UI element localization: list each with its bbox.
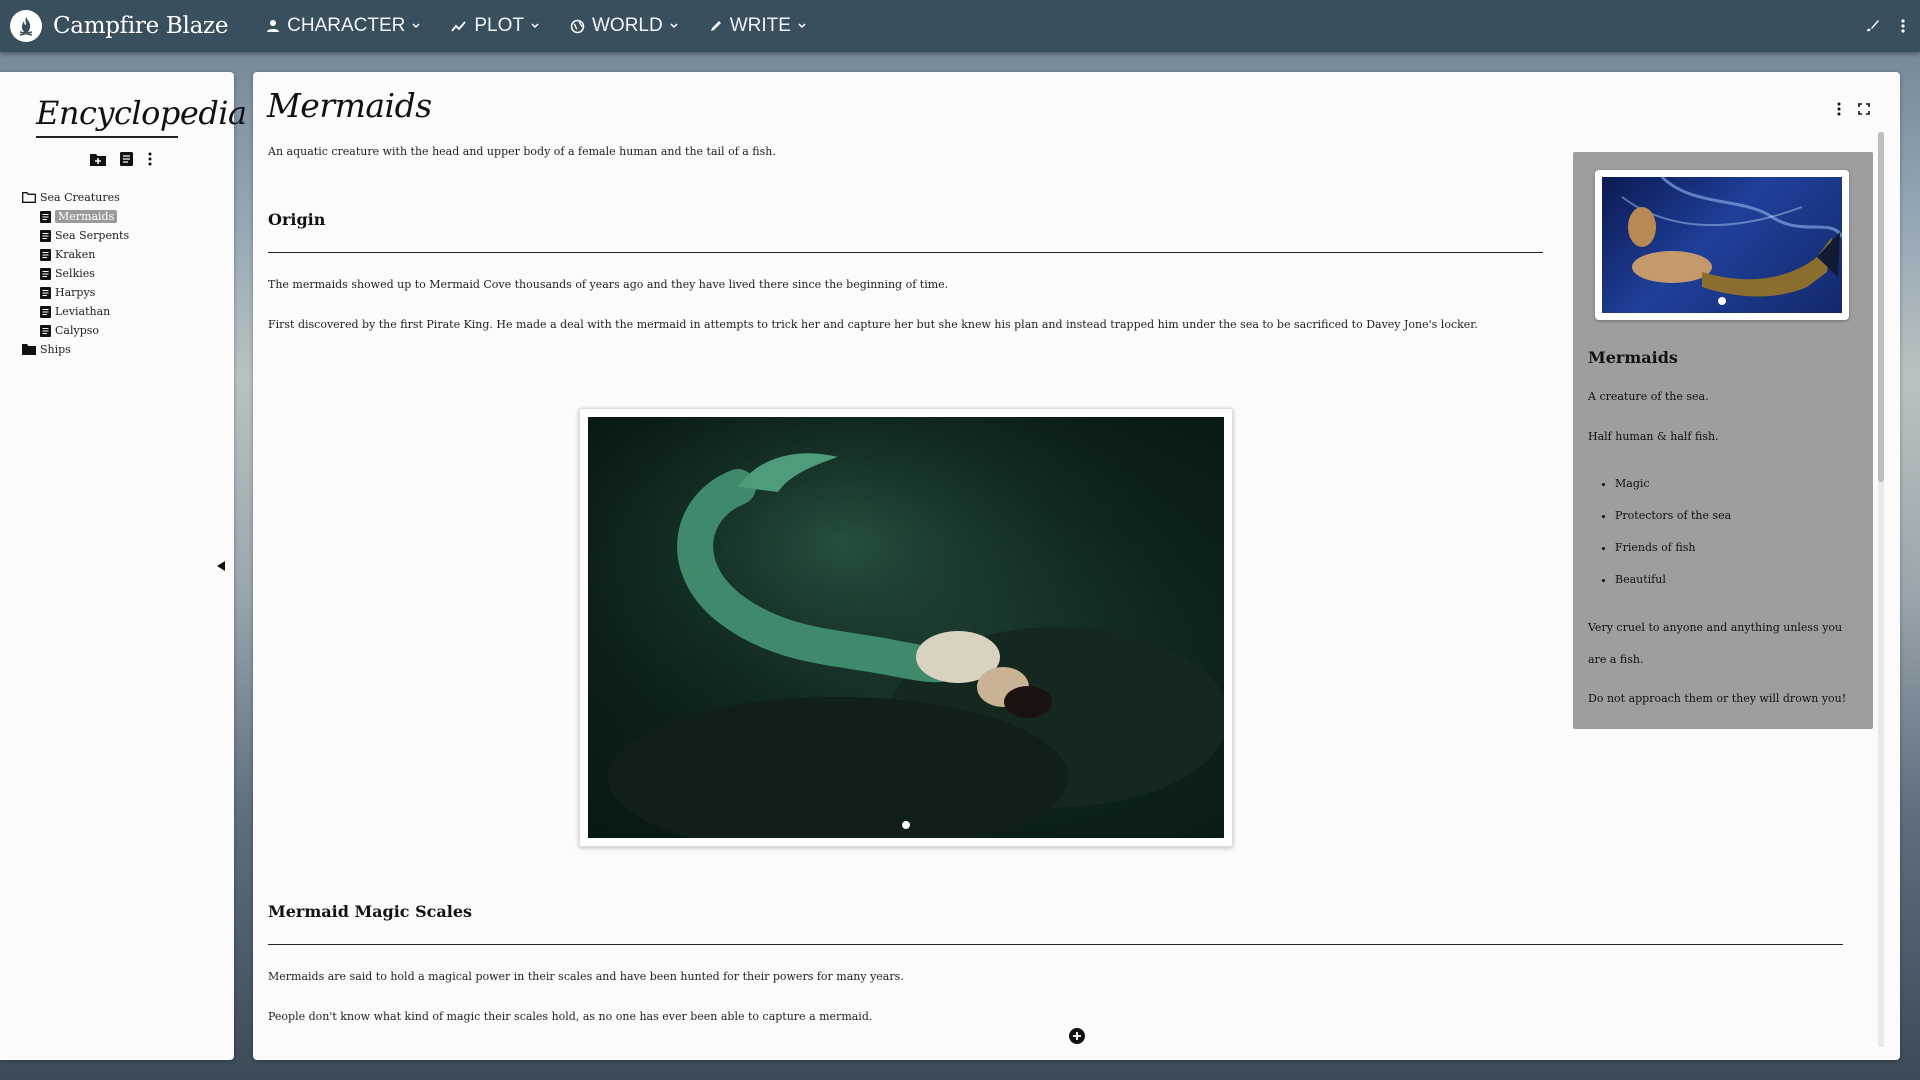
origin-paragraph-2: First discovered by the first Pirate Kin…: [268, 318, 1478, 331]
tree-item-label: Kraken: [55, 248, 96, 261]
brush-icon[interactable]: [1864, 18, 1880, 34]
more-vertical-icon[interactable]: [147, 152, 153, 166]
person-icon: [267, 20, 280, 32]
carousel-indicator[interactable]: [902, 821, 910, 829]
infobox-text: Do not approach them or they will drown …: [1588, 692, 1847, 705]
tree-item-label: Calypso: [55, 324, 100, 337]
article-description: An aquatic creature with the head and up…: [268, 145, 776, 158]
sidebar-title: Encyclopedia: [36, 94, 247, 138]
infobox-text: Very cruel to anyone and anything unless…: [1588, 621, 1843, 666]
tree-item-mermaids[interactable]: Mermaids: [22, 207, 129, 226]
infobox-text: Half human & half fish.: [1588, 430, 1719, 443]
folder-open-icon: [22, 192, 36, 203]
document-icon: [40, 267, 51, 280]
document-icon: [40, 210, 51, 223]
tree-item-calypso[interactable]: Calypso: [22, 321, 129, 340]
new-folder-icon[interactable]: [90, 153, 106, 166]
article-panel: Mermaids An aquatic creature with the he…: [253, 72, 1900, 1060]
add-content-icon[interactable]: [1069, 1028, 1085, 1044]
chevron-down-icon: [412, 23, 420, 29]
folder-icon: [22, 344, 36, 355]
list-item: Magic: [1615, 476, 1731, 508]
document-icon: [40, 286, 51, 299]
tree-item-harpys[interactable]: Harpys: [22, 283, 129, 302]
origin-paragraph-1: The mermaids showed up to Mermaid Cove t…: [268, 278, 949, 291]
tree-item-selkies[interactable]: Selkies: [22, 264, 129, 283]
top-nav-bar: Campfire Blaze CHARACTER PLOT WORLD WRIT…: [0, 0, 1920, 52]
list-item: Protectors of the sea: [1615, 508, 1731, 540]
divider: [268, 252, 1543, 253]
nav-world-label: WORLD: [592, 15, 663, 36]
tree-folder-label: Ships: [40, 343, 71, 356]
nav-write[interactable]: WRITE: [709, 15, 807, 37]
infobox-traits-list: Magic Protectors of the sea Friends of f…: [1603, 476, 1731, 604]
tree-item-label: Sea Serpents: [55, 229, 130, 242]
fullscreen-icon[interactable]: [1858, 103, 1870, 115]
nav-character-label: CHARACTER: [287, 15, 406, 36]
nav-plot[interactable]: PLOT: [451, 15, 540, 37]
section-heading-magic-scales: Mermaid Magic Scales: [268, 902, 473, 921]
tree-item-kraken[interactable]: Kraken: [22, 245, 129, 264]
carousel-indicator[interactable]: [1718, 297, 1726, 305]
magic-paragraph-1: Mermaids are said to hold a magical powe…: [268, 970, 904, 983]
document-icon: [40, 305, 51, 318]
mermaid-portrait-photo: [1602, 177, 1842, 313]
scrollbar[interactable]: [1878, 132, 1884, 1047]
nav-plot-label: PLOT: [474, 15, 524, 36]
more-vertical-icon[interactable]: [1900, 18, 1906, 34]
image-carousel[interactable]: [579, 408, 1233, 847]
document-icon: [40, 324, 51, 337]
list-item: Friends of fish: [1615, 540, 1731, 572]
nav-world[interactable]: WORLD: [570, 15, 679, 37]
divider: [268, 944, 1843, 945]
tree-item-sea-serpents[interactable]: Sea Serpents: [22, 226, 129, 245]
chevron-down-icon: [670, 23, 678, 29]
infobox-title: Mermaids: [1588, 348, 1678, 367]
brand[interactable]: Campfire Blaze: [10, 10, 228, 42]
trend-chart-icon: [451, 21, 467, 32]
infobox-text: A creature of the sea.: [1588, 390, 1709, 403]
magic-paragraph-2: People don't know what kind of magic the…: [268, 1010, 873, 1023]
app-name: Campfire Blaze: [53, 13, 229, 39]
document-icon: [40, 229, 51, 242]
chevron-down-icon: [798, 23, 806, 29]
infobox: Mermaids A creature of the sea. Half hum…: [1573, 152, 1873, 729]
encyclopedia-sidebar: Encyclopedia Sea Creatures Mermaids Sea …: [0, 72, 247, 1060]
collapse-sidebar-icon[interactable]: [216, 560, 226, 572]
section-heading-origin: Origin: [268, 210, 326, 229]
infobox-image-carousel[interactable]: [1595, 170, 1849, 320]
tree-item-label: Leviathan: [55, 305, 111, 318]
tree-item-label: Mermaids: [55, 210, 118, 223]
pencil-icon: [710, 21, 721, 31]
list-item: Beautiful: [1615, 572, 1731, 604]
tree-item-leviathan[interactable]: Leviathan: [22, 302, 129, 321]
document-icon: [40, 248, 51, 261]
globe-icon: [570, 19, 585, 33]
more-vertical-icon[interactable]: [1836, 102, 1842, 116]
page-title: Mermaids: [267, 86, 432, 125]
tree-item-label: Harpys: [55, 286, 96, 299]
tree-folder-ships[interactable]: Ships: [22, 340, 129, 359]
campfire-flame-icon: [10, 10, 42, 42]
tree-item-label: Selkies: [55, 267, 95, 280]
new-document-icon[interactable]: [120, 152, 133, 166]
nav-write-label: WRITE: [729, 15, 791, 36]
tree-folder-label: Sea Creatures: [40, 191, 120, 204]
encyclopedia-tree: Sea Creatures Mermaids Sea Serpents Krak…: [22, 188, 129, 359]
mermaid-underwater-photo: [588, 417, 1224, 838]
scrollbar-thumb[interactable]: [1878, 132, 1884, 482]
chevron-down-icon: [531, 23, 539, 29]
nav-character[interactable]: CHARACTER: [266, 15, 421, 37]
tree-folder-sea-creatures[interactable]: Sea Creatures: [22, 188, 129, 207]
